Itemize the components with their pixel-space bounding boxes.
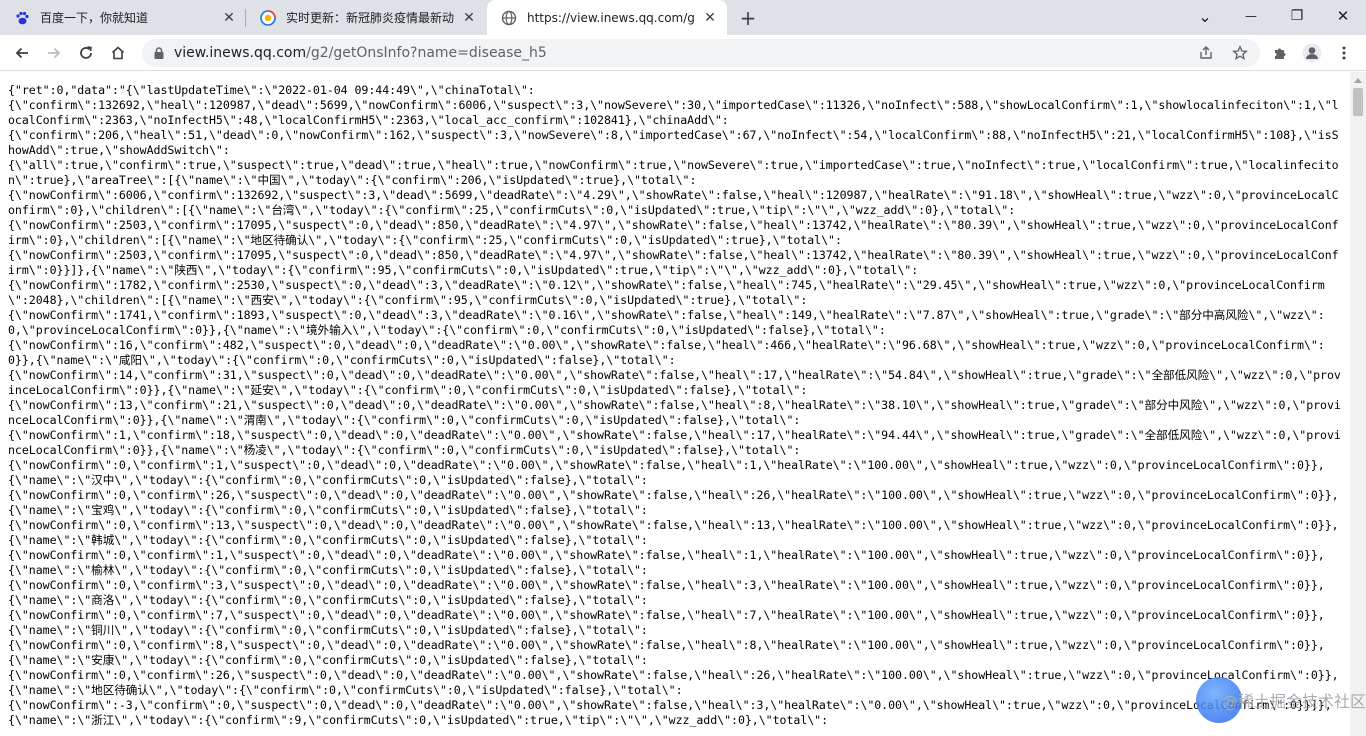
- menu-button[interactable]: [1330, 39, 1358, 67]
- lock-icon[interactable]: [152, 46, 166, 60]
- bookmark-star-icon[interactable]: [1230, 43, 1250, 63]
- qq-news-icon: [260, 9, 276, 26]
- baidu-paw-icon: [14, 10, 30, 26]
- window-close-button[interactable]: ✕: [1320, 0, 1366, 32]
- profile-button[interactable]: [1298, 39, 1326, 67]
- forward-arrow-icon: [48, 47, 61, 59]
- restore-button[interactable]: ❐: [1274, 0, 1320, 32]
- page-content: {"ret":0,"data":"{\"lastUpdateTime\":\"2…: [0, 72, 1350, 736]
- tab-close-icon[interactable]: ✕: [220, 9, 238, 27]
- home-icon: [111, 46, 125, 60]
- tab-strip: 百度一下，你就知道 ✕ 实时更新：新冠肺炎疫情最新动态 ✕ https://vi…: [0, 0, 1366, 35]
- tab-epidemic-news[interactable]: 实时更新：新冠肺炎疫情最新动态 ✕: [246, 0, 486, 35]
- vertical-scrollbar[interactable]: [1350, 72, 1366, 736]
- share-icon[interactable]: [1196, 43, 1216, 63]
- avatar-icon: [1302, 43, 1322, 63]
- reload-button[interactable]: [72, 39, 100, 67]
- tab-title: 百度一下，你就知道: [40, 11, 149, 25]
- tab-search-chevron-icon[interactable]: ⌄: [1182, 0, 1228, 32]
- scroll-up-arrow-icon[interactable]: [1350, 72, 1366, 88]
- kebab-menu-icon: [1342, 46, 1346, 60]
- watermark-text: @稀土掘金技术社区: [1222, 692, 1366, 711]
- json-response-text: {"ret":0,"data":"{\"lastUpdateTime\":\"2…: [8, 83, 1341, 727]
- tab-current-json[interactable]: https://view.inews.qq.com/g2/ ✕: [487, 0, 727, 35]
- tab-title: https://view.inews.qq.com/g2/: [527, 10, 695, 25]
- tab-baidu[interactable]: 百度一下，你就知道 ✕: [0, 0, 246, 35]
- tab-title: 实时更新：新冠肺炎疫情最新动态: [286, 11, 454, 25]
- address-bar[interactable]: view.inews.qq.com/g2/getOnsInfo?name=dis…: [142, 39, 1260, 67]
- globe-icon: [501, 10, 517, 26]
- forward-button[interactable]: [40, 39, 68, 67]
- puzzle-icon: [1275, 48, 1286, 59]
- reload-icon: [80, 46, 92, 59]
- extensions-button[interactable]: [1266, 39, 1294, 67]
- url-path: /g2/getOnsInfo?name=disease_h5: [306, 45, 547, 61]
- browser-toolbar: view.inews.qq.com/g2/getOnsInfo?name=dis…: [0, 35, 1366, 71]
- back-arrow-icon: [15, 47, 28, 59]
- back-button[interactable]: [8, 39, 36, 67]
- tab-close-icon[interactable]: ✕: [701, 9, 719, 27]
- minimize-button[interactable]: —: [1228, 0, 1274, 32]
- tab-close-icon[interactable]: ✕: [460, 9, 478, 27]
- new-tab-button[interactable]: +: [736, 6, 760, 30]
- home-button[interactable]: [104, 39, 132, 67]
- url-text[interactable]: view.inews.qq.com/g2/getOnsInfo?name=dis…: [174, 39, 547, 67]
- scroll-thumb[interactable]: [1353, 88, 1363, 116]
- watermark: @稀土掘金技术社区: [1196, 677, 1366, 723]
- url-host: view.inews.qq.com: [174, 45, 307, 61]
